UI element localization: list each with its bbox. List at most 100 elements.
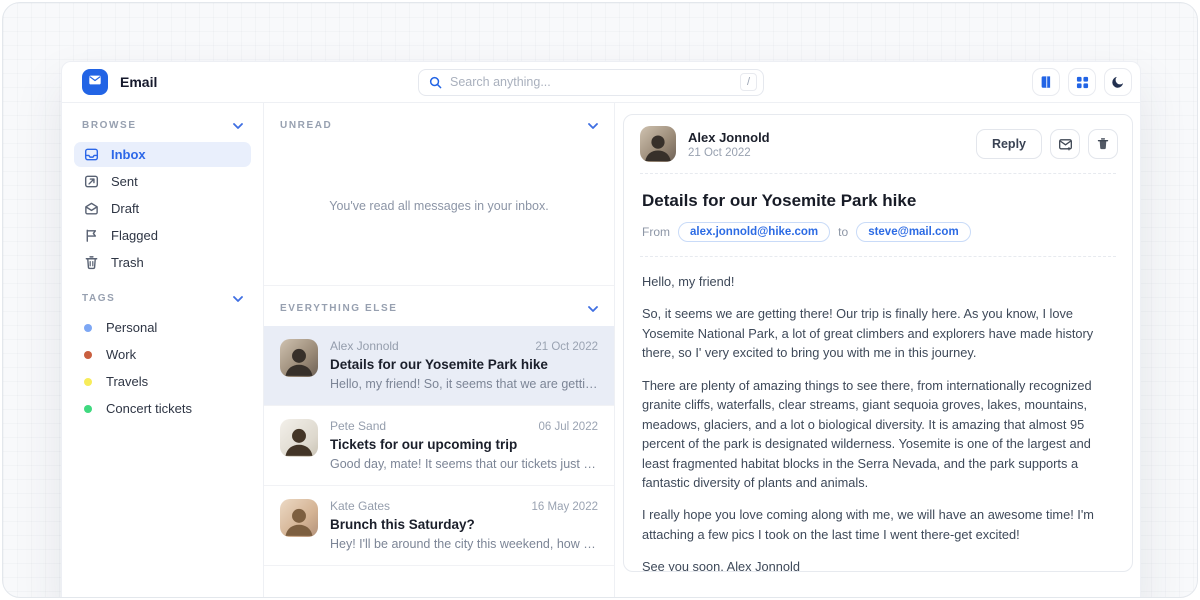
to-label: to xyxy=(838,225,848,239)
mail-list-item-pete[interactable]: Pete Sand 06 Jul 2022 Tickets for our up… xyxy=(264,406,614,486)
from-to-row: From alex.jonnold@hike.com to steve@mail… xyxy=(642,222,1114,242)
detail-sender-name: Alex Jonnold xyxy=(688,130,770,145)
app-body: BROWSE Inbox Sent xyxy=(62,103,1140,598)
chevron-down-icon xyxy=(233,123,243,129)
body-paragraph: See you soon, Alex Jonnold xyxy=(642,557,1114,572)
mail-date: 16 May 2022 xyxy=(532,501,599,513)
tag-label: Work xyxy=(106,347,136,362)
mail-list-item-kate[interactable]: Kate Gates 16 May 2022 Brunch this Satur… xyxy=(264,486,614,566)
mail-item-content: Pete Sand 06 Jul 2022 Tickets for our up… xyxy=(330,419,598,471)
envelope-icon xyxy=(88,73,102,92)
everything-else-section-header[interactable]: EVERYTHING ELSE xyxy=(264,286,614,326)
detail-actions: Reply xyxy=(976,129,1118,159)
avatar xyxy=(280,339,318,377)
header-actions xyxy=(1032,68,1132,96)
everything-else-label: EVERYTHING ELSE xyxy=(280,303,398,314)
tag-color-dot xyxy=(84,405,92,413)
tag-item-work[interactable]: Work xyxy=(74,342,251,367)
search-icon xyxy=(429,76,442,89)
mail-preview: Hey! I'll be around the city this weeken… xyxy=(330,537,598,551)
tag-color-dot xyxy=(84,351,92,359)
mail-date: 21 Oct 2022 xyxy=(535,341,598,353)
tag-label: Personal xyxy=(106,320,157,335)
message-detail-area: Alex Jonnold 21 Oct 2022 Reply xyxy=(615,103,1140,598)
detail-content: Details for our Yosemite Park hike From … xyxy=(624,174,1132,242)
mail-subject: Tickets for our upcoming trip xyxy=(330,437,598,452)
app-title: Email xyxy=(120,74,157,90)
to-email-chip[interactable]: steve@mail.com xyxy=(856,222,970,242)
sidebar-item-label: Trash xyxy=(111,255,144,270)
detail-date: 21 Oct 2022 xyxy=(688,147,770,159)
mail-date: 06 Jul 2022 xyxy=(539,421,598,433)
tags-section: TAGS Personal Work xyxy=(74,291,251,421)
trash-icon xyxy=(1096,137,1110,151)
inbox-icon xyxy=(84,147,99,162)
sidebar-item-trash[interactable]: Trash xyxy=(74,250,251,275)
browse-label: BROWSE xyxy=(82,120,137,131)
sidebar-item-label: Flagged xyxy=(111,228,158,243)
forward-mail-button[interactable] xyxy=(1050,129,1080,159)
detail-header: Alex Jonnold 21 Oct 2022 Reply xyxy=(624,115,1132,173)
tag-item-travels[interactable]: Travels xyxy=(74,369,251,394)
grid-icon xyxy=(1076,76,1089,89)
flag-icon xyxy=(84,228,99,243)
delete-mail-button[interactable] xyxy=(1088,129,1118,159)
sidebar-item-sent[interactable]: Sent xyxy=(74,169,251,194)
mail-preview: Hello, my friend! So, it seems that we a… xyxy=(330,377,598,391)
email-app-window: Email / xyxy=(61,61,1141,598)
sender-name: Kate Gates xyxy=(330,499,390,513)
tags-label: TAGS xyxy=(82,293,115,304)
tags-section-header[interactable]: TAGS xyxy=(74,291,251,315)
mail-preview: Good day, mate! It seems that our ticket… xyxy=(330,457,598,471)
sidebar-item-label: Draft xyxy=(111,201,139,216)
page-background: Email / xyxy=(2,2,1198,598)
mail-list-item-alex[interactable]: Alex Jonnold 21 Oct 2022 Details for our… xyxy=(264,326,614,406)
chevron-down-icon xyxy=(233,296,243,302)
mail-item-content: Alex Jonnold 21 Oct 2022 Details for our… xyxy=(330,339,598,391)
app-logo xyxy=(82,69,108,95)
sidebar-item-flagged[interactable]: Flagged xyxy=(74,223,251,248)
tag-color-dot xyxy=(84,378,92,386)
tag-item-personal[interactable]: Personal xyxy=(74,315,251,340)
body-paragraph: I really hope you love coming along with… xyxy=(642,505,1114,544)
sender-name: Pete Sand xyxy=(330,419,386,433)
mail-item-content: Kate Gates 16 May 2022 Brunch this Satur… xyxy=(330,499,598,551)
tag-item-concert-tickets[interactable]: Concert tickets xyxy=(74,396,251,421)
trash-icon xyxy=(84,255,99,270)
sender-name: Alex Jonnold xyxy=(330,339,399,353)
draft-icon xyxy=(84,201,99,216)
message-list: UNREAD You've read all messages in your … xyxy=(264,103,615,598)
body-paragraph: So, it seems we are getting there! Our t… xyxy=(642,304,1114,362)
mail-subject: Details for our Yosemite Park hike xyxy=(330,357,598,372)
sent-icon xyxy=(84,174,99,189)
body-paragraph: Hello, my friend! xyxy=(642,272,1114,291)
sidebar-item-inbox[interactable]: Inbox xyxy=(74,142,251,167)
email-body: Hello, my friend! So, it seems we are ge… xyxy=(624,257,1132,572)
dark-mode-button[interactable] xyxy=(1104,68,1132,96)
search-bar[interactable]: / xyxy=(418,69,764,96)
body-paragraph: There are plenty of amazing things to se… xyxy=(642,376,1114,493)
sidebar-item-draft[interactable]: Draft xyxy=(74,196,251,221)
avatar xyxy=(280,499,318,537)
unread-empty-message: You've read all messages in your inbox. xyxy=(264,143,614,286)
from-email-chip[interactable]: alex.jonnold@hike.com xyxy=(678,222,830,242)
tag-color-dot xyxy=(84,324,92,332)
unread-section-header[interactable]: UNREAD xyxy=(264,103,614,143)
book-icon xyxy=(1039,75,1053,89)
detail-subject: Details for our Yosemite Park hike xyxy=(642,191,1114,211)
search-input[interactable] xyxy=(450,75,740,89)
sidebar-item-label: Inbox xyxy=(111,147,146,162)
apps-grid-button[interactable] xyxy=(1068,68,1096,96)
from-label: From xyxy=(642,225,670,239)
reply-button[interactable]: Reply xyxy=(976,129,1042,159)
app-header: Email / xyxy=(62,62,1140,103)
mail-plus-icon xyxy=(1058,137,1073,152)
sidebar: BROWSE Inbox Sent xyxy=(62,103,264,598)
unread-label: UNREAD xyxy=(280,120,332,131)
book-button[interactable] xyxy=(1032,68,1060,96)
search-shortcut-badge: / xyxy=(740,73,757,91)
avatar xyxy=(640,126,676,162)
chevron-down-icon xyxy=(588,306,598,312)
browse-section-header[interactable]: BROWSE xyxy=(74,118,251,142)
tag-label: Travels xyxy=(106,374,148,389)
